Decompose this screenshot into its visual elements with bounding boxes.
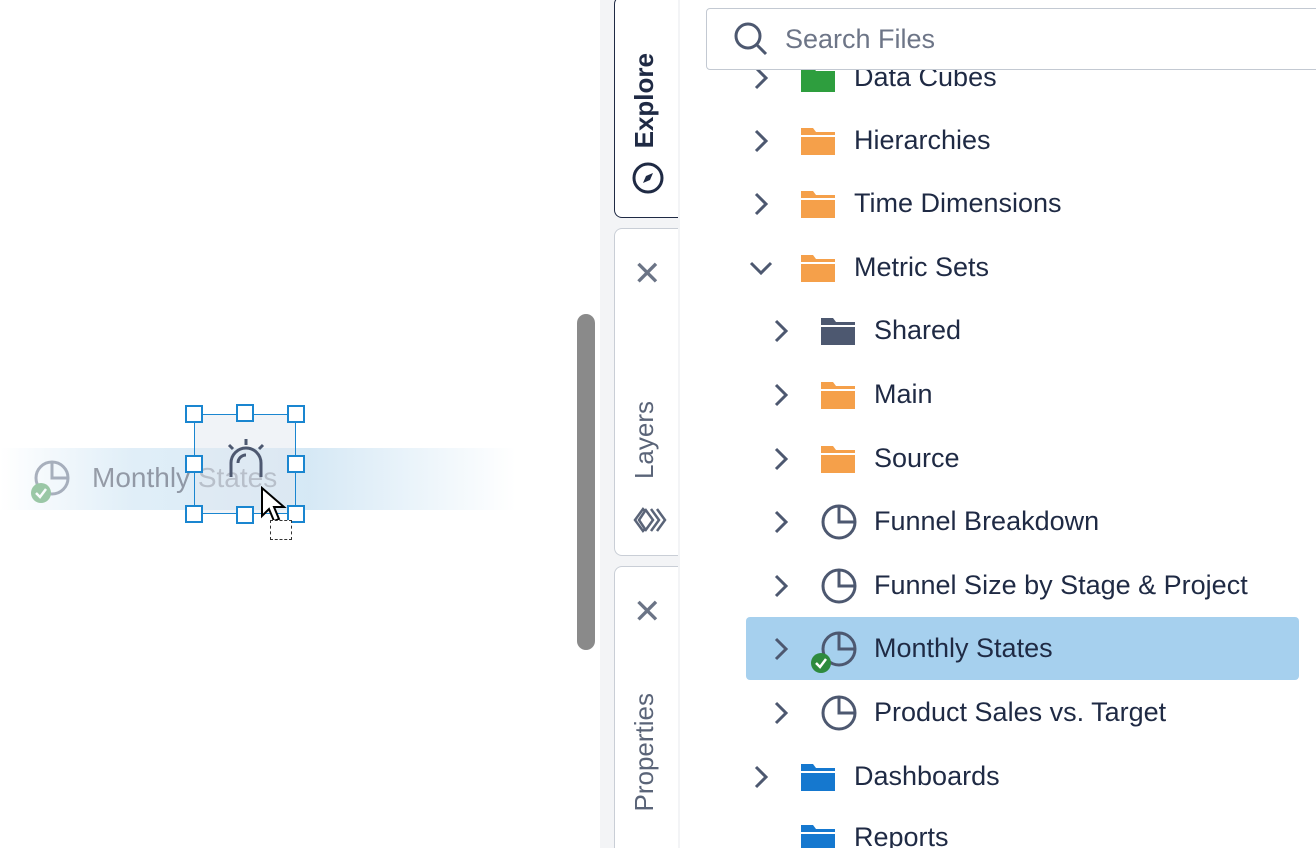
resize-handle-left[interactable] [185,455,203,473]
folder-orange-icon [820,444,858,474]
chevron-right-icon[interactable] [766,508,796,536]
tree-item-funnel-size[interactable]: Funnel Size by Stage & Project [766,554,1316,617]
chevron-right-icon[interactable] [766,445,796,473]
resize-handle-top-left[interactable] [185,405,203,423]
close-icon[interactable]: ✕ [633,257,662,291]
tree-item-label: Funnel Breakdown [874,506,1100,536]
explore-panel: Data Cubes Hierarchies Time Dimensions [680,0,1316,848]
tab-properties[interactable]: ✕ Properties [614,566,678,848]
search-input[interactable] [785,23,1265,55]
tree-item-label: Hierarchies [854,125,991,155]
compass-icon [632,162,664,194]
chevron-down-icon[interactable] [746,258,776,278]
chevron-right-icon[interactable] [746,190,776,218]
tree-item-reports[interactable]: Reports [746,806,1316,848]
widget-placeholder-icon [227,439,265,477]
tree-item-funnel-breakdown[interactable]: Funnel Breakdown [766,490,1316,553]
tree-item-label: Shared [874,315,962,345]
folder-blue-icon [800,762,838,792]
metric-set-icon [820,567,858,605]
tree-item-label: Reports [854,822,949,848]
folder-orange-icon [800,189,838,219]
search-box[interactable] [706,8,1316,70]
tree-item-product-sales[interactable]: Product Sales vs. Target [766,681,1316,744]
tab-properties-label: Properties [629,693,659,812]
tree-item-source[interactable]: Source [766,427,1316,490]
chevron-right-icon[interactable] [766,572,796,600]
chevron-right-icon[interactable] [766,317,796,345]
chevron-right-icon[interactable] [746,763,776,791]
side-tab-strip: Explore ✕ Layers ✕ Properties [600,0,680,848]
tree-item-label: Monthly States [874,633,1053,663]
folder-orange-icon [820,380,858,410]
tree-item-label: Funnel Size by Stage & Project [874,570,1248,600]
tab-explore[interactable]: Explore [614,0,678,218]
resize-handle-right[interactable] [287,455,305,473]
tree-item-metric-sets[interactable]: Metric Sets [746,236,1316,299]
tree-item-shared[interactable]: Shared [766,299,1316,362]
tree-item-label: Product Sales vs. Target [874,697,1167,727]
tree-item-label: Main [874,379,933,409]
tree-item-label: Metric Sets [854,252,990,282]
tab-layers[interactable]: ✕ Layers [614,228,678,556]
search-icon [734,22,768,56]
tree-item-label: Source [874,443,960,473]
folder-gray-icon [820,316,858,346]
layers-icon [633,507,667,533]
tree-item-dashboards[interactable]: Dashboards [746,745,1316,808]
chevron-right-icon[interactable] [766,635,796,663]
folder-blue-icon [800,823,838,848]
chevron-right-icon[interactable] [766,381,796,409]
tree-item-hierarchies[interactable]: Hierarchies [746,109,1316,172]
chevron-right-icon[interactable] [766,699,796,727]
tree-item-monthly-states[interactable]: Monthly States [746,617,1299,680]
tab-explore-label: Explore [629,53,659,149]
drop-copy-indicator [270,520,292,540]
resize-handle-top-right[interactable] [287,405,305,423]
canvas-scrollbar[interactable] [577,314,595,650]
metric-set-icon [811,630,858,673]
check-badge-icon [31,483,51,503]
chevron-right-icon[interactable] [746,127,776,155]
tree-item-main[interactable]: Main [766,363,1316,426]
resize-handle-top[interactable] [236,404,254,422]
tree-item-label: Time Dimensions [854,188,1062,218]
metric-set-icon [820,694,858,732]
tab-layers-label: Layers [629,401,659,480]
close-icon[interactable]: ✕ [633,595,662,629]
folder-orange-open-icon [800,253,838,283]
dashboard-canvas[interactable]: Monthly States [0,0,600,848]
resize-handle-bottom[interactable] [236,506,254,524]
check-badge-icon [811,652,831,673]
folder-orange-icon [800,126,838,156]
metric-set-icon [820,503,858,541]
tree-item-label: Dashboards [854,761,1000,791]
tree-item-time-dimensions[interactable]: Time Dimensions [746,172,1316,235]
resize-handle-bottom-left[interactable] [185,505,203,523]
